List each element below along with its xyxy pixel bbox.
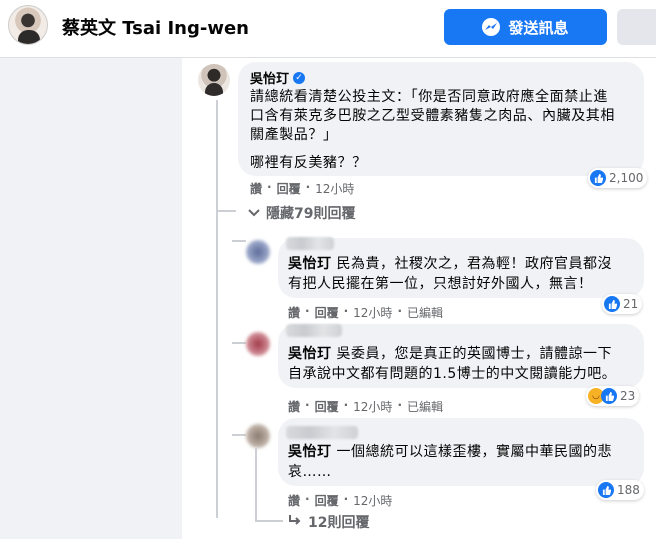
avatar[interactable]: [246, 240, 270, 264]
comment-text-line: 請總統看清楚公投主文：「你是否同意政府應全面禁止進: [250, 89, 608, 105]
like-button[interactable]: 讚: [288, 492, 300, 509]
edited-label: 已編輯: [407, 306, 444, 320]
author-name-redacted: [286, 237, 334, 250]
thread-branch: [255, 520, 283, 522]
more-options-button[interactable]: [617, 9, 656, 45]
author-name-redacted: [286, 426, 358, 439]
messenger-icon: [482, 18, 501, 36]
separator: ·: [397, 398, 402, 412]
reply-text: 吳怡玎 民為貴，社稷次之，君為輕！政府官員都沒 有把人民擺在第一位，只想討好外國…: [288, 254, 638, 294]
reply-bubble: 吳怡玎 吳委員，您是真正的英國博士，請體諒一下 自承說中文都有問題的1.5博士的…: [278, 324, 644, 388]
author-name-redacted: [286, 324, 342, 337]
send-message-button[interactable]: 發送訊息: [444, 9, 607, 45]
timestamp[interactable]: 12小時: [353, 492, 392, 509]
reply-actions: 讚 · 回覆 · 12小時: [288, 492, 392, 509]
reaction-badge[interactable]: 188: [596, 480, 644, 500]
comment-text-line: 哪裡有反美豬？？: [250, 155, 367, 171]
timestamp[interactable]: 12小時: [353, 398, 392, 415]
reply-arrow-icon: [288, 514, 302, 530]
separator: ·: [305, 492, 310, 506]
avatar[interactable]: [198, 64, 230, 96]
thread-branch: [232, 434, 246, 436]
reaction-badge[interactable]: 2,100: [588, 168, 648, 188]
reaction-count: 21: [623, 297, 639, 311]
reply-button[interactable]: 回覆: [315, 398, 339, 415]
reaction-badge[interactable]: ◡ 23: [586, 386, 640, 406]
reply-button[interactable]: 回覆: [315, 492, 339, 509]
mention-link[interactable]: 吳怡玎: [288, 444, 332, 460]
like-icon: [590, 170, 606, 186]
separator: ·: [343, 492, 349, 506]
page-name[interactable]: 蔡英文 Tsai Ing-wen: [62, 14, 249, 40]
like-button[interactable]: 讚: [250, 180, 262, 197]
reply-text-line: 一個總統可以這樣歪樓，實屬中華民國的悲: [331, 444, 612, 460]
reply-text: 吳怡玎 吳委員，您是真正的英國博士，請體諒一下 自承說中文都有問題的1.5博士的…: [288, 344, 638, 384]
like-button[interactable]: 讚: [288, 304, 300, 321]
reply-text-line: 吳委員，您是真正的英國博士，請體諒一下: [331, 346, 612, 362]
thread-branch: [232, 342, 246, 344]
reply-text-line: 自承說中文都有問題的1.5博士的中文閱讀能力吧。: [288, 366, 617, 382]
reply-text: 吳怡玎 一個總統可以這樣歪樓，實屬中華民國的悲 哀……: [288, 442, 638, 482]
comment-actions: 讚 · 回覆 · 12小時: [250, 180, 354, 197]
separator: ·: [343, 304, 349, 318]
hide-replies-label: 隱藏79則回覆: [266, 206, 356, 222]
timestamp[interactable]: 12小時: [353, 304, 392, 321]
comment-text-line: 口含有萊克多巴胺之乙型受體素豬隻之肉品、內臟及其相: [250, 108, 615, 124]
separator: ·: [305, 180, 311, 194]
separator: ·: [305, 398, 310, 412]
mention-link[interactable]: 吳怡玎: [288, 256, 332, 272]
reply-actions: 讚 · 回覆 · 12小時 · 已編輯: [288, 304, 443, 321]
reply-bubble: 吳怡玎 民為貴，社稷次之，君為輕！政府官員都沒 有把人民擺在第一位，只想討好外國…: [278, 237, 644, 298]
page-header: 蔡英文 Tsai Ing-wen 發送訊息: [0, 0, 656, 58]
reaction-badge[interactable]: 21: [602, 294, 643, 314]
thread-line: [216, 100, 218, 518]
verified-icon: ✓: [293, 71, 306, 84]
thread-line: [255, 448, 257, 522]
reaction-count: 2,100: [609, 171, 644, 185]
hide-replies-toggle[interactable]: 隱藏79則回覆: [248, 203, 355, 223]
timestamp[interactable]: 12小時: [315, 180, 354, 197]
like-button[interactable]: 讚: [288, 398, 300, 415]
separator: ·: [267, 180, 272, 194]
separator: ·: [343, 398, 349, 412]
like-icon: [598, 482, 614, 498]
edited-label: 已編輯: [407, 400, 444, 414]
comment-text: 請總統看清楚公投主文：「你是否同意政府應全面禁止進 口含有萊克多巴胺之乙型受體素…: [250, 88, 638, 145]
reply-button[interactable]: 回覆: [315, 304, 339, 321]
mention-link[interactable]: 吳怡玎: [288, 346, 332, 362]
page-avatar[interactable]: [8, 5, 48, 45]
thread-branch: [216, 210, 236, 212]
separator: ·: [397, 304, 402, 318]
more-replies-label: 12則回覆: [308, 515, 370, 531]
avatar[interactable]: [246, 424, 270, 448]
like-icon: [604, 296, 620, 312]
reply-bubble: 吳怡玎 一個總統可以這樣歪樓，實屬中華民國的悲 哀……: [278, 418, 644, 486]
reply-button[interactable]: 回覆: [277, 180, 301, 197]
avatar[interactable]: [246, 332, 270, 356]
reaction-count: 188: [617, 483, 640, 497]
thread-branch: [232, 240, 246, 242]
chevron-down-icon: [248, 205, 260, 221]
send-message-label: 發送訊息: [508, 18, 569, 37]
reply-actions: 讚 · 回覆 · 12小時 · 已編輯: [288, 398, 443, 415]
like-icon: [601, 388, 617, 404]
comment-bubble: 吳怡玎 ✓ 請總統看清楚公投主文：「你是否同意政府應全面禁止進 口含有萊克多巴胺…: [238, 62, 644, 176]
reply-text-line: 有把人民擺在第一位，只想討好外國人，無言！: [288, 276, 593, 292]
comment-text-line: 關產製品？」: [250, 127, 338, 143]
author-name[interactable]: 吳怡玎: [250, 68, 289, 87]
separator: ·: [305, 304, 310, 318]
reply-text-line: 哀……: [288, 464, 332, 480]
comment-author[interactable]: 吳怡玎 ✓: [250, 68, 306, 87]
view-more-replies[interactable]: 12則回覆: [288, 512, 369, 532]
reaction-count: 23: [620, 389, 636, 403]
reply-text-line: 民為貴，社稷次之，君為輕！政府官員都沒: [331, 256, 612, 272]
